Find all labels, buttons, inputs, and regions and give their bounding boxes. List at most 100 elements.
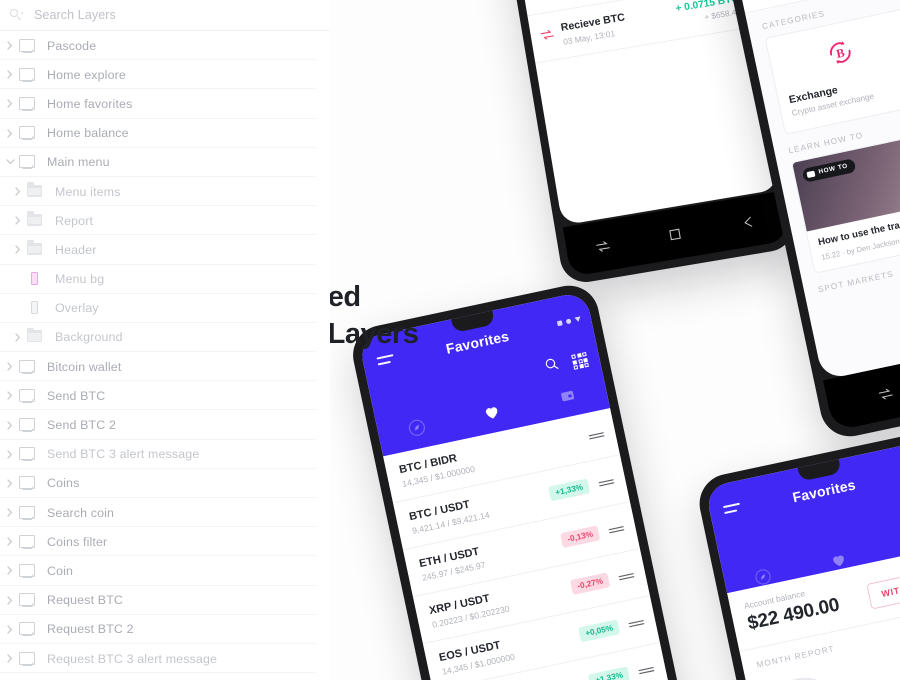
search-icon[interactable]	[543, 356, 561, 377]
heart-icon[interactable]	[479, 399, 505, 425]
layer-row-menu-bg[interactable]: Menu bg	[0, 265, 330, 294]
artboard-icon	[18, 504, 38, 522]
chevron-down-icon[interactable]	[2, 148, 18, 177]
chevron-right-icon[interactable]	[2, 469, 18, 498]
chevron-right-icon[interactable]	[2, 60, 18, 89]
chevron-right-icon[interactable]	[10, 177, 26, 206]
chevron-right-icon[interactable]	[2, 89, 18, 118]
favorites-pair-list[interactable]: BTC / BIDR 14,345 / $1.000000 BTC / USDT 9,…	[383, 408, 690, 680]
chevron-right-icon[interactable]	[2, 352, 18, 381]
qr-code-icon[interactable]	[571, 351, 589, 370]
home-icon[interactable]	[667, 225, 684, 242]
layer-row-request-btc[interactable]: Request BTC	[0, 586, 330, 615]
hamburger-icon[interactable]	[376, 354, 395, 369]
chevron-right-icon[interactable]	[10, 323, 26, 352]
layer-row-pascode[interactable]: Pascode	[0, 31, 330, 61]
layer-row-header[interactable]: Header	[0, 235, 330, 265]
layer-row-send-btc[interactable]: Send BTC	[0, 381, 330, 411]
folder-icon	[26, 211, 46, 230]
header-actions[interactable]	[543, 350, 589, 378]
sparkline-icon[interactable]	[607, 519, 626, 540]
layer-row-bitcoin-wallet[interactable]: Bitcoin wallet	[0, 352, 330, 382]
layer-row-home-balance[interactable]: Home balance	[0, 119, 330, 148]
layer-row-home-favorites[interactable]: Home favorites	[0, 89, 330, 119]
compass-icon[interactable]	[404, 415, 430, 441]
artboard-icon	[18, 66, 38, 84]
layer-row-menu-items[interactable]: Menu items	[0, 177, 330, 207]
layer-row-background[interactable]: Background	[0, 323, 330, 353]
layer-row-coin[interactable]: Coin	[0, 556, 330, 586]
chevron-right-icon[interactable]	[2, 586, 18, 615]
chevron-right-icon[interactable]	[2, 498, 18, 527]
rect-icon	[26, 299, 46, 317]
layer-row-send-btc-2[interactable]: Send BTC 2	[0, 410, 330, 440]
artboard-icon	[18, 445, 38, 463]
layer-label: Header	[55, 242, 97, 257]
phone-notch	[797, 458, 842, 482]
chevron-right-icon[interactable]	[2, 644, 18, 673]
artboard-icon	[18, 591, 38, 609]
layer-search-row[interactable]	[0, 0, 330, 31]
chevron-right-icon[interactable]	[2, 673, 18, 680]
layer-label: Home balance	[47, 126, 129, 141]
layer-row-overlay[interactable]: Overlay	[0, 294, 330, 324]
sparkline-icon[interactable]	[587, 425, 606, 446]
transaction-row[interactable]: Recieve BTC 03 May, 13:01 + 0.0715 BTC + $6…	[527, 0, 753, 64]
chevron-right-icon[interactable]	[2, 556, 18, 585]
layer-row-home-explore[interactable]: Home explore	[0, 60, 330, 90]
layer-label: Search coin	[47, 505, 115, 520]
layer-row-search-coin[interactable]: Search coin	[0, 498, 330, 528]
hamburger-icon[interactable]	[722, 502, 742, 518]
camera-icon	[806, 170, 816, 178]
chevron-right-icon[interactable]	[2, 31, 18, 60]
chevron-right-icon[interactable]	[2, 119, 18, 148]
transactions-screen: Send BTC11 July, 17:05- 0.043010 BTC- $3…	[487, 0, 780, 226]
change-badge: +0,05%	[577, 619, 621, 643]
layer-label: Overlay	[55, 301, 99, 316]
artboard-icon	[18, 124, 38, 142]
change-badge: -0,27%	[570, 572, 611, 595]
layer-list[interactable]: Pascode Home explore Home favorites Home ba…	[0, 31, 330, 680]
layer-label: Pascode	[47, 38, 97, 53]
layer-row-btc-address[interactable]: BTC Address	[0, 673, 330, 680]
layer-label: Coins filter	[47, 534, 108, 549]
folder-icon	[26, 182, 46, 201]
layer-label: Main menu	[47, 155, 110, 170]
layer-row-coins[interactable]: Coins	[0, 469, 330, 499]
chevron-right-icon[interactable]	[2, 527, 18, 556]
layer-row-request-btc-3-alert-message[interactable]: Request BTC 3 alert message	[0, 644, 330, 674]
layer-row-send-btc-3-alert-message[interactable]: Send BTC 3 alert message	[0, 440, 330, 470]
artboard-icon	[18, 387, 38, 405]
sparkline-icon[interactable]	[627, 612, 646, 633]
search-input[interactable]	[32, 7, 256, 23]
chevron-right-icon[interactable]	[2, 615, 18, 644]
howto-badge-label: HOW TO	[818, 162, 849, 176]
wallet-icon[interactable]	[555, 383, 581, 409]
chevron-right-icon[interactable]	[10, 206, 26, 235]
phone-notch	[450, 309, 496, 333]
howto-badge: HOW TO	[801, 157, 857, 183]
layer-row-main-menu[interactable]: Main menu	[0, 148, 330, 178]
artboard-icon	[18, 95, 38, 113]
artboard-icon	[18, 153, 38, 171]
sparkline-icon[interactable]	[617, 566, 636, 587]
balance-screen: Favorites Account balance $22 490.00 WIT…	[704, 439, 900, 680]
chevron-right-icon[interactable]	[2, 381, 18, 410]
layer-row-report[interactable]: Report	[0, 206, 330, 236]
layer-label: Home explore	[47, 67, 126, 82]
change-badge: +1,33%	[587, 666, 631, 680]
recents-icon[interactable]	[876, 385, 894, 403]
swap-icon	[539, 26, 558, 46]
recents-icon[interactable]	[594, 237, 611, 254]
transaction-list[interactable]: Send BTC11 July, 17:05- 0.043010 BTC- $3…	[488, 0, 753, 64]
chevron-right-icon[interactable]	[2, 440, 18, 469]
chevron-right-icon[interactable]	[10, 235, 26, 264]
sparkline-icon[interactable]	[637, 659, 656, 680]
layer-row-request-btc-2[interactable]: Request BTC 2	[0, 615, 330, 645]
svg-text:B: B	[835, 46, 846, 61]
search-icon	[10, 8, 24, 22]
back-icon[interactable]	[739, 213, 756, 230]
sparkline-icon[interactable]	[597, 472, 616, 493]
chevron-right-icon[interactable]	[2, 411, 18, 440]
layer-row-coins-filter[interactable]: Coins filter	[0, 527, 330, 557]
